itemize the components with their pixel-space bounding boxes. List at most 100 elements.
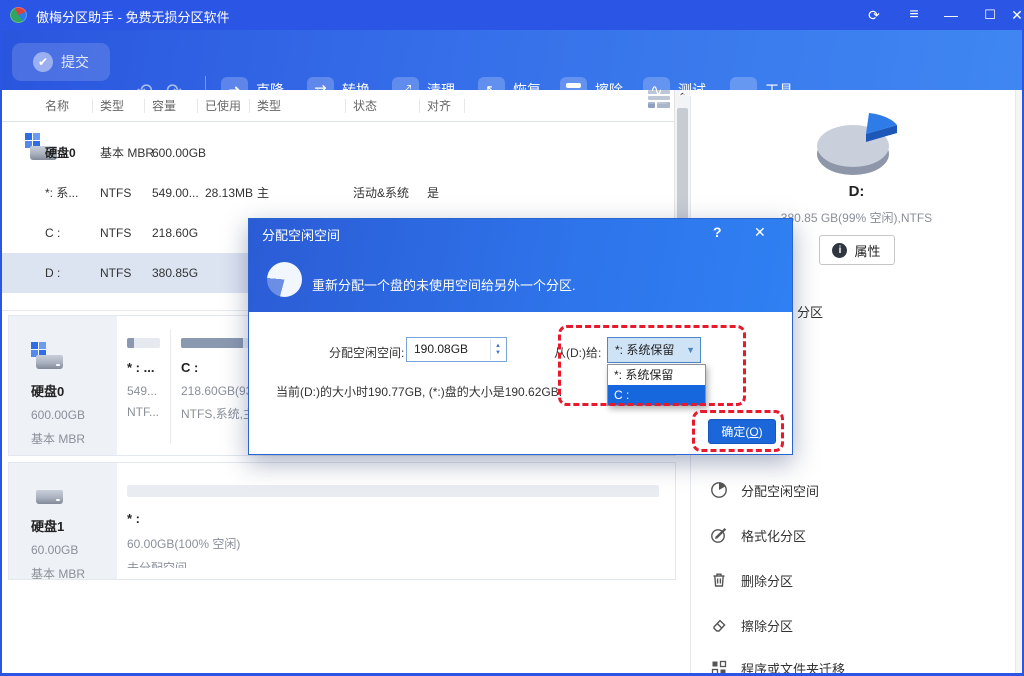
help-button[interactable]: ? — [713, 224, 722, 240]
spin-up-icon[interactable]: ▲ — [495, 343, 501, 350]
allocate-free-space-dialog: 分配空闲空间 ? ✕ 重新分配一个盘的未使用空间给另外一个分区. 分配空闲空间:… — [248, 218, 793, 455]
disk1-info[interactable]: 硬盘1 60.00GB 基本 MBR — [9, 463, 117, 579]
sidebar-scrollbar[interactable] — [1015, 90, 1022, 676]
toolbar-item-label: 工具 — [765, 80, 793, 100]
toolbar-item-clean[interactable]: ⤢ 清理 — [392, 76, 455, 104]
table-row-system-reserved[interactable]: *: 系... NTFS 549.00... 28.13MB 主 活动&系统 是 — [2, 173, 674, 213]
selected-option-label: *: 系统保留 — [615, 343, 674, 357]
refresh-icon[interactable]: ⟳ — [861, 0, 887, 30]
toolbar: ✔ 提交 ↶ ↷ ➜ 克隆 ⇄ 转换 ⤢ 清理 ↖ 恢复 擦除 ∿ 测试 — [0, 30, 1024, 90]
row-capacity: 218.60G — [152, 213, 198, 253]
clean-arrows-icon: ⤢ — [392, 77, 419, 104]
row-type: 基本 MBR — [100, 133, 154, 173]
dialog-description: 重新分配一个盘的未使用空间给另外一个分区. — [312, 275, 576, 294]
disk-name: 硬盘0 — [31, 381, 117, 400]
disk-size: 60.00GB — [31, 543, 117, 557]
dropdown-option-system-reserved[interactable]: *: 系统保留 — [608, 365, 705, 385]
toolbar-item-label: 转换 — [342, 80, 370, 100]
eraser-icon — [710, 616, 728, 634]
sidebar-item-label: 分配空闲空间 — [741, 481, 819, 500]
toolbar-item-label: 恢复 — [513, 80, 541, 100]
sidebar-item-format-partition[interactable]: 格式化分区 — [691, 524, 1022, 546]
allocate-size-value: 190.08GB — [414, 342, 468, 356]
table-row-disk0[interactable]: 硬盘0 基本 MBR 600.00GB — [2, 133, 674, 173]
dialog-close-button[interactable]: ✕ — [754, 224, 766, 241]
column-header-name[interactable]: 名称 — [45, 90, 69, 122]
ok-label: ) — [759, 425, 763, 439]
row-capacity: 549.00... — [152, 173, 199, 213]
toolbar-item-recover[interactable]: ↖ 恢复 — [478, 76, 541, 104]
menu-icon[interactable]: ≡ — [901, 0, 927, 30]
disk0-info[interactable]: 硬盘0 600.00GB 基本 MBR — [9, 316, 117, 455]
waveform-icon: ∿ — [643, 77, 670, 104]
partition-block-system-reserved[interactable]: * : ... 549... NTF... — [117, 329, 171, 444]
row-used: 28.13MB — [205, 173, 253, 213]
toolbar-item-label: 清理 — [427, 80, 455, 100]
trash-icon — [710, 571, 728, 589]
submit-button[interactable]: ✔ 提交 — [12, 43, 110, 81]
toolbar-item-convert[interactable]: ⇄ 转换 — [307, 76, 370, 104]
row-type: NTFS — [100, 213, 131, 253]
sidebar-item-label: 格式化分区 — [741, 526, 806, 545]
row-capacity: 380.85G — [152, 253, 198, 293]
column-divider — [464, 99, 465, 113]
clone-arrow-icon: ➜ — [221, 77, 248, 104]
ok-button[interactable]: 确定(O) — [708, 419, 776, 444]
column-header-type[interactable]: 类型 — [100, 90, 124, 122]
partition-fs: 未分配空间 — [127, 559, 659, 568]
row-aligned: 是 — [427, 173, 439, 213]
sidebar-item-label: 擦除分区 — [741, 616, 793, 635]
close-button[interactable]: ✕ — [1010, 0, 1024, 30]
toolbar-item-tools[interactable]: 工具 — [730, 76, 793, 104]
sidebar-item-partial[interactable]: 分区 — [797, 302, 823, 321]
from-to-label: 从(D:)给: — [554, 344, 601, 361]
allocate-size-input[interactable]: 190.08GB ▲ ▼ — [406, 337, 507, 362]
toolbar-item-erase[interactable]: 擦除 — [560, 76, 623, 104]
pie-clock-icon — [710, 481, 728, 499]
disk-usage-pie-chart — [809, 106, 905, 187]
submit-label: 提交 — [61, 52, 89, 72]
undo-button[interactable]: ↶ — [137, 82, 153, 101]
dropdown-option-c[interactable]: C : — [608, 385, 705, 405]
partition-name: * : ... — [127, 360, 160, 375]
target-partition-select[interactable]: *: 系统保留 ▼ — [607, 337, 701, 363]
disk-size: 600.00GB — [31, 408, 117, 422]
redo-button[interactable]: ↷ — [166, 82, 182, 101]
partition-name: * : — [127, 511, 659, 526]
partition-size: 549... — [127, 384, 160, 398]
toolbar-item-label: 克隆 — [256, 80, 284, 100]
properties-button[interactable]: i 属性 — [819, 235, 895, 265]
partition-usage-bar — [127, 338, 160, 348]
target-partition-dropdown-list: *: 系统保留 C : — [607, 364, 706, 406]
dialog-title: 分配空闲空间 — [262, 225, 340, 244]
row-fstype: 主 — [257, 173, 269, 213]
sidebar-item-delete-partition[interactable]: 删除分区 — [691, 569, 1022, 591]
properties-label: 属性 — [854, 241, 880, 260]
partition-block-unallocated[interactable]: * : 60.00GB(100% 空闲) 未分配空间 — [117, 476, 669, 568]
toolbar-item-label: 擦除 — [595, 80, 623, 100]
toolbar-item-clone[interactable]: ➜ 克隆 — [221, 76, 284, 104]
toolbar-item-test[interactable]: ∿ 测试 — [643, 76, 706, 104]
sidebar-item-wipe-partition[interactable]: 擦除分区 — [691, 614, 1022, 636]
window-title: 傲梅分区助手 - 免费无损分区软件 — [36, 7, 230, 26]
ok-label: 确定( — [721, 425, 749, 439]
disk-type: 基本 MBR — [31, 430, 117, 447]
pie-icon — [267, 262, 302, 297]
sidebar-item-label: 删除分区 — [741, 571, 793, 590]
dialog-info-text: 当前(D:)的大小时190.77GB, (*:)盘的大小是190.62GB. — [276, 383, 562, 400]
row-name: 硬盘0 — [45, 133, 76, 173]
disk-icon — [31, 477, 63, 504]
row-name: *: 系... — [45, 173, 78, 213]
sidebar-item-allocate-free-space[interactable]: 分配空闲空间 — [691, 479, 1022, 501]
row-name: D : — [45, 253, 60, 293]
chevron-down-icon: ▼ — [686, 338, 695, 362]
row-capacity: 600.00GB — [152, 133, 206, 173]
row-name: C : — [45, 213, 60, 253]
spin-down-icon[interactable]: ▼ — [495, 350, 501, 357]
disk-type: 基本 MBR — [31, 565, 117, 582]
check-circle-icon: ✔ — [33, 52, 53, 72]
row-type: NTFS — [100, 173, 131, 213]
spinner-buttons[interactable]: ▲ ▼ — [490, 339, 505, 360]
maximize-button[interactable]: ☐ — [977, 0, 1003, 30]
minimize-button[interactable]: — — [938, 0, 964, 30]
